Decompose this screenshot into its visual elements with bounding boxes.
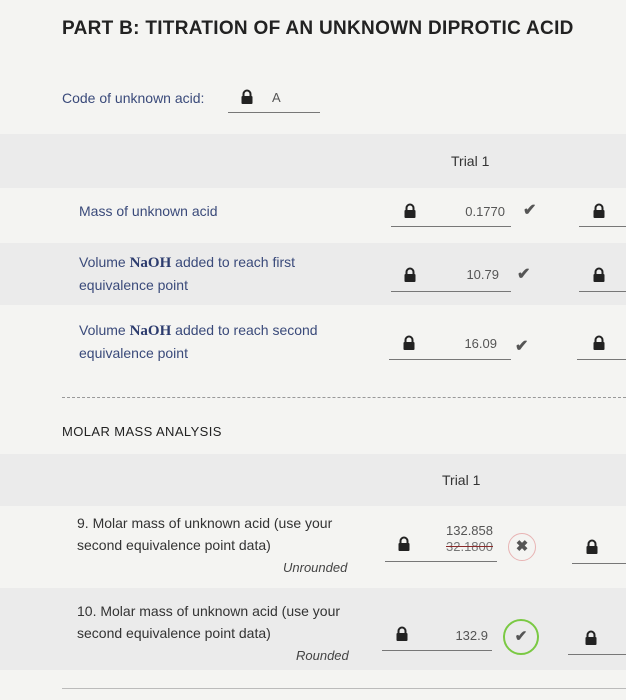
molar-trial-1-header: Trial 1 xyxy=(442,472,481,488)
trial-1-header: Trial 1 xyxy=(451,153,490,169)
section-title: MOLAR MASS ANALYSIS xyxy=(62,424,222,439)
q10-label: 10. Molar mass of unknown acid (use your… xyxy=(77,603,341,641)
code-value: A xyxy=(272,90,281,105)
mass-trial-2-input[interactable] xyxy=(579,196,626,227)
q10-input[interactable]: 132.9 xyxy=(382,620,492,651)
lock-icon xyxy=(585,630,597,645)
first-equivalence-trial-2-input[interactable] xyxy=(579,261,626,292)
check-icon: ✔ xyxy=(523,202,537,219)
q10-trial-2-input[interactable] xyxy=(568,622,626,655)
mass-value: 0.1770 xyxy=(465,204,505,219)
mass-label: Mass of unknown acid xyxy=(79,203,218,219)
second-equivalence-label: Volume NaOH added to reach second equiva… xyxy=(79,322,318,361)
trial-header-band xyxy=(0,454,626,506)
trial-header-band xyxy=(0,134,626,188)
lock-icon xyxy=(404,203,416,218)
lock-icon xyxy=(593,203,605,218)
lock-icon xyxy=(593,335,605,350)
code-label: Code of unknown acid: xyxy=(62,90,205,106)
lock-icon xyxy=(404,267,416,282)
lock-icon xyxy=(586,539,598,554)
lock-icon xyxy=(241,89,253,104)
q9-input[interactable]: 132.858 32.1800 xyxy=(385,519,497,562)
q9-trial-2-input[interactable] xyxy=(572,531,626,564)
mass-input[interactable]: 0.1770 xyxy=(391,196,511,227)
lock-icon xyxy=(396,626,408,641)
page-title: PART B: TITRATION OF AN UNKNOWN DIPROTIC… xyxy=(62,18,574,39)
q9-value: 132.858 xyxy=(446,523,493,538)
section-divider xyxy=(62,397,626,398)
second-equivalence-trial-2-input[interactable] xyxy=(577,329,626,360)
second-equivalence-value: 16.09 xyxy=(464,336,497,351)
second-equivalence-input[interactable]: 16.09 xyxy=(389,329,511,360)
lock-icon xyxy=(593,267,605,282)
q9-old-value: 32.1800 xyxy=(446,539,493,554)
q10-note: Rounded xyxy=(296,648,349,663)
lock-icon xyxy=(398,536,410,551)
x-icon: ✖ xyxy=(508,533,536,561)
q10-value: 132.9 xyxy=(455,628,488,643)
check-icon: ✔ xyxy=(503,619,539,655)
q9-note: Unrounded xyxy=(283,560,348,575)
check-icon: ✔ xyxy=(517,266,531,283)
first-equivalence-input[interactable]: 10.79 xyxy=(391,261,511,292)
check-icon: ✔ xyxy=(515,338,529,355)
code-field[interactable]: A xyxy=(228,86,320,113)
bottom-rule xyxy=(62,688,626,689)
first-equivalence-value: 10.79 xyxy=(466,267,499,282)
q9-label: 9. Molar mass of unknown acid (use your … xyxy=(77,515,333,553)
lock-icon xyxy=(403,335,415,350)
first-equivalence-label: Volume NaOH added to reach first equival… xyxy=(79,254,296,293)
